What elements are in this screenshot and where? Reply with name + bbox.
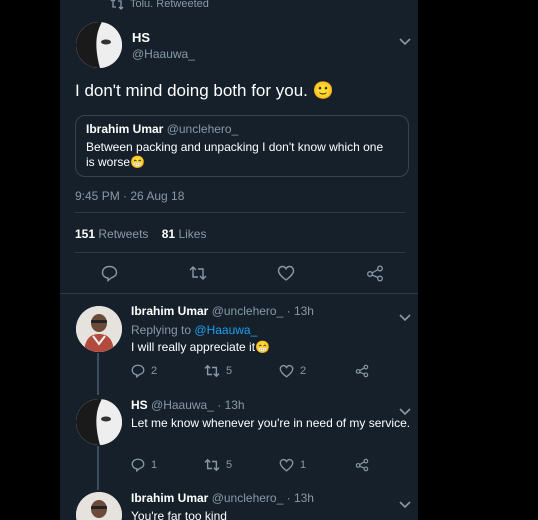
like-icon[interactable] <box>279 458 294 472</box>
replying-to: Replying to @Haauwa_ <box>131 323 258 337</box>
reply-count: 1 <box>151 459 158 471</box>
like-count: 2 <box>300 365 307 377</box>
thread-line <box>97 446 99 490</box>
avatar[interactable] <box>76 306 122 352</box>
retweet-icon[interactable] <box>204 364 220 378</box>
retweet-icon[interactable] <box>204 458 220 472</box>
reply-icon[interactable] <box>101 265 118 282</box>
reply-header: Ibrahim Umar @unclehero_ · 13h <box>131 491 314 505</box>
thread-line <box>97 353 99 395</box>
reply-author-handle[interactable]: @unclehero_ <box>212 304 284 318</box>
quoted-text: Between packing and unpacking I don't kn… <box>86 140 384 169</box>
like-count: 1 <box>300 459 307 471</box>
retweet-icon <box>110 0 124 10</box>
retweet-header: Tolu. Retweeted <box>130 0 209 10</box>
avatar[interactable] <box>76 399 122 445</box>
reply-text: You're far too kind <box>131 509 227 520</box>
avatar[interactable] <box>76 22 122 68</box>
divider <box>75 252 405 253</box>
tweet-timestamp: 9:45 PM · 26 Aug 18 <box>75 189 185 203</box>
chevron-down-icon[interactable] <box>399 403 411 416</box>
reply-author-handle[interactable]: @Haauwa_ <box>151 398 214 412</box>
reply-action[interactable]: 1 <box>131 458 157 472</box>
retweet-count: 5 <box>226 365 233 377</box>
reply-author-handle[interactable]: @unclehero_ <box>212 491 284 505</box>
chevron-down-icon[interactable] <box>399 33 411 46</box>
share-icon[interactable] <box>355 364 369 378</box>
quoted-author-name: Ibrahim Umar <box>86 122 164 136</box>
share-icon[interactable] <box>355 458 369 472</box>
reply-time: · 13h <box>217 398 245 412</box>
chevron-down-icon[interactable] <box>399 309 411 322</box>
reply-icon[interactable] <box>131 458 145 472</box>
like-action[interactable]: 1 <box>279 458 306 472</box>
reply-action[interactable]: 2 <box>131 364 157 378</box>
reply-icon[interactable] <box>131 364 145 378</box>
avatar[interactable] <box>76 492 122 520</box>
like-icon[interactable] <box>279 364 294 378</box>
retweets-stat[interactable]: 151 Retweets <box>75 227 148 241</box>
reply-time: · 13h <box>286 491 314 505</box>
chevron-down-icon[interactable] <box>399 496 411 509</box>
quoted-author-handle: @unclehero_ <box>166 122 239 136</box>
replying-to-handle[interactable]: @Haauwa_ <box>194 323 257 337</box>
reply-author-name[interactable]: HS <box>131 398 148 412</box>
retweet-icon[interactable] <box>189 265 207 281</box>
reply-author-name[interactable]: Ibrahim Umar <box>131 491 208 505</box>
divider <box>60 293 418 294</box>
reply-header: Ibrahim Umar @unclehero_ · 13h <box>131 304 314 318</box>
author-handle[interactable]: @Haauwa_ <box>132 47 195 61</box>
share-icon[interactable] <box>366 265 384 282</box>
author-name[interactable]: HS <box>132 30 150 45</box>
divider <box>75 212 405 213</box>
like-action[interactable]: 2 <box>279 364 306 378</box>
reply-time: · 13h <box>286 304 314 318</box>
reply-header: HS @Haauwa_ · 13h <box>131 398 245 412</box>
likes-stat[interactable]: 81 Likes <box>162 227 207 241</box>
like-icon[interactable] <box>277 265 295 281</box>
quoted-tweet[interactable]: Ibrahim Umar @unclehero_ Between packing… <box>75 115 409 177</box>
retweet-count: 5 <box>226 459 233 471</box>
retweet-action[interactable]: 5 <box>204 364 232 378</box>
reply-author-name[interactable]: Ibrahim Umar <box>131 304 208 318</box>
reply-text: I will really appreciate it😁 <box>131 340 270 354</box>
reply-count: 2 <box>151 365 158 377</box>
retweet-action[interactable]: 5 <box>204 458 232 472</box>
tweet-detail-panel: Tolu. Retweeted HS @Haauwa_ I don't mind… <box>60 0 418 520</box>
reply-text: Let me know whenever you're in need of m… <box>131 416 411 430</box>
tweet-text: I don't mind doing both for you. 🙂 <box>75 81 334 100</box>
tweet-stats: 151 Retweets 81 Likes <box>75 227 206 241</box>
